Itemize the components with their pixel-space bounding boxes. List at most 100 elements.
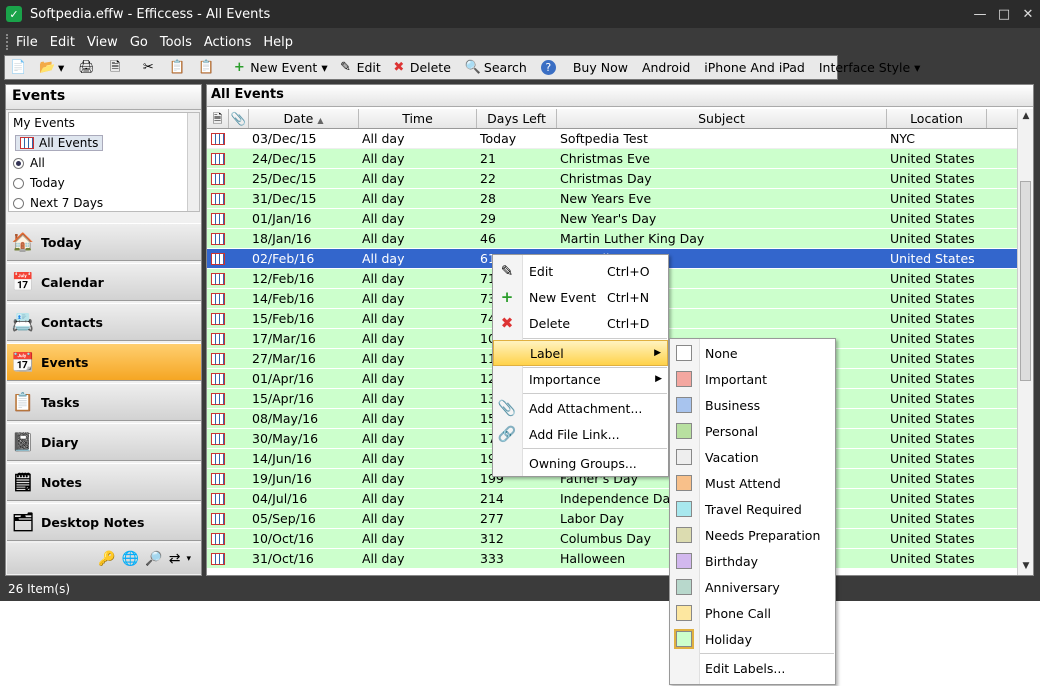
label-item-vacation[interactable]: Vacation (670, 444, 835, 470)
nav-tasks[interactable]: 📋 Tasks (7, 383, 201, 421)
table-row[interactable]: 31/Dec/15 All day 28 New Years Eve United St… (207, 189, 1017, 209)
nav-diary[interactable]: 📓 Diary (7, 423, 201, 461)
col-subject[interactable]: Subject (557, 109, 887, 128)
ctx-owning-groups[interactable]: Owning Groups... (493, 450, 668, 476)
copy-button[interactable]: 📋 (164, 56, 193, 79)
filter-today[interactable]: Today (9, 173, 199, 193)
attachment-cell (229, 289, 249, 308)
tree-group-my-events[interactable]: My Events (9, 113, 199, 133)
tree-scrollbar[interactable] (187, 113, 199, 211)
menu-actions[interactable]: Actions (204, 35, 252, 50)
ctx-label[interactable]: Label ▶ (493, 340, 668, 366)
col-time[interactable]: Time (359, 109, 477, 128)
menu-go[interactable]: Go (130, 35, 148, 50)
label-item-must-attend[interactable]: Must Attend (670, 470, 835, 496)
chevron-down-icon[interactable]: ▾ (186, 554, 191, 564)
scroll-down-icon[interactable]: ▼ (1018, 561, 1034, 571)
table-row[interactable]: 25/Dec/15 All day 22 Christmas Day United St… (207, 169, 1017, 189)
label-color-swatch (676, 449, 692, 465)
label-item-needs-preparation[interactable]: Needs Preparation (670, 522, 835, 548)
radio-next-7-days[interactable] (13, 197, 24, 209)
sync-icon[interactable]: ⇄ (169, 551, 181, 567)
nav-contacts[interactable]: 📇 Contacts (7, 303, 201, 341)
interface-style-button[interactable]: Interface Style ▾ (814, 56, 926, 79)
cell-date: 05/Sep/16 (252, 511, 316, 526)
edit-pencil-icon: ✎ (500, 262, 514, 280)
grid-scrollbar[interactable]: ▲ ▼ (1017, 109, 1033, 575)
label-item-important[interactable]: Important (670, 366, 835, 392)
new-event-button[interactable]: + New Event ▾ (226, 56, 332, 79)
label-item-anniversary[interactable]: Anniversary (670, 574, 835, 600)
label-item-holiday[interactable]: Holiday (670, 626, 835, 652)
buy-now-button[interactable]: Buy Now (568, 56, 633, 79)
edit-labels-item[interactable]: Edit Labels... (670, 655, 835, 681)
menu-help[interactable]: Help (263, 35, 293, 50)
close-icon[interactable]: ✕ (1016, 0, 1040, 28)
label-item-travel-required[interactable]: Travel Required (670, 496, 835, 522)
col-days-left[interactable]: Days Left (477, 109, 557, 128)
new-file-button[interactable]: 📄 (5, 56, 34, 79)
label-item-birthday[interactable]: Birthday (670, 548, 835, 574)
cell-location: United States (890, 331, 975, 346)
ctx-delete[interactable]: ✖ Delete Ctrl+D (493, 310, 668, 336)
cell-location: United States (890, 151, 975, 166)
preview-button[interactable]: 🗎 (102, 56, 131, 79)
delete-button[interactable]: ✖ Delete (386, 56, 456, 79)
ctx-importance[interactable]: Importance ▶ (493, 366, 668, 392)
edit-button[interactable]: ✎ Edit (333, 56, 386, 79)
nav-today[interactable]: 🏠 Today (7, 223, 201, 261)
label-item-business[interactable]: Business (670, 392, 835, 418)
scroll-thumb[interactable] (1020, 181, 1031, 381)
search-button[interactable]: 🔍 Search (460, 56, 532, 79)
menu-edit[interactable]: Edit (50, 35, 75, 50)
ctx-add-file-link[interactable]: 🔗 Add File Link... (493, 421, 668, 447)
attachment-cell (229, 489, 249, 508)
android-button[interactable]: Android (637, 56, 695, 79)
table-row[interactable]: 10/Oct/16 All day 312 Columbus Day United St… (207, 529, 1017, 549)
filter-next-7-days[interactable]: Next 7 Days (9, 193, 199, 213)
radio-today[interactable] (13, 177, 24, 189)
cut-button[interactable]: ✂ (135, 56, 164, 79)
table-row[interactable]: 31/Oct/16 All day 333 Halloween United State… (207, 549, 1017, 569)
table-row[interactable]: 01/Jan/16 All day 29 New Year's Day United S… (207, 209, 1017, 229)
event-icon (211, 153, 225, 165)
left-pane-footer: 🔑 🌐 🔎 ⇄ ▾ (7, 543, 201, 574)
nav-calendar[interactable]: 📅 Calendar (7, 263, 201, 301)
help-button[interactable]: ? (536, 56, 564, 79)
col-location[interactable]: Location (887, 109, 987, 128)
tree-item-all-events[interactable]: All Events (15, 135, 104, 151)
radio-all[interactable] (13, 157, 24, 169)
table-row[interactable]: 03/Dec/15 All day Today Softpedia Test NYC (207, 129, 1017, 149)
cell-location: United States (890, 531, 975, 546)
menu-file[interactable]: File (16, 35, 38, 50)
open-button[interactable]: 📂 ▾ (34, 56, 69, 79)
label-item-personal[interactable]: Personal (670, 418, 835, 444)
ctx-edit[interactable]: ✎ Edit Ctrl+O (493, 258, 668, 284)
table-row[interactable]: 24/Dec/15 All day 21 Christmas Eve United St… (207, 149, 1017, 169)
ctx-new-event[interactable]: + New Event Ctrl+N (493, 284, 668, 310)
table-row[interactable]: 05/Sep/16 All day 277 Labor Day United State… (207, 509, 1017, 529)
nav-events[interactable]: 📆 Events (7, 343, 201, 381)
type-column-icon[interactable]: 🗎 (207, 109, 229, 128)
menu-view[interactable]: View (87, 35, 118, 50)
globe-icon[interactable]: 🌐 (122, 551, 139, 567)
find-icon[interactable]: 🔎 (145, 551, 162, 567)
key-icon[interactable]: 🔑 (98, 551, 115, 567)
nav-desktop-notes[interactable]: 🗂 Desktop Notes (7, 503, 201, 541)
ctx-add-attachment[interactable]: 📎 Add Attachment... (493, 395, 668, 421)
label-item-none[interactable]: None (670, 340, 835, 366)
minimize-icon[interactable]: — (968, 0, 992, 28)
nav-notes[interactable]: 🗒 Notes (7, 463, 201, 501)
table-row[interactable]: 18/Jan/16 All day 46 Martin Luther King Day… (207, 229, 1017, 249)
col-date[interactable]: Date ▲ (249, 109, 359, 128)
maximize-icon[interactable]: □ (992, 0, 1016, 28)
attachment-column-icon[interactable]: 📎 (229, 109, 249, 128)
filter-all[interactable]: All (9, 153, 199, 173)
scroll-up-icon[interactable]: ▲ (1018, 111, 1034, 121)
menu-tools[interactable]: Tools (160, 35, 192, 50)
print-button[interactable]: 🖨 (73, 56, 102, 79)
paste-button[interactable]: 📋 (193, 56, 222, 79)
iphone-button[interactable]: iPhone And iPad (699, 56, 810, 79)
table-row[interactable]: 04/Jul/16 All day 214 Independence Day Unite… (207, 489, 1017, 509)
label-item-phone-call[interactable]: Phone Call (670, 600, 835, 626)
